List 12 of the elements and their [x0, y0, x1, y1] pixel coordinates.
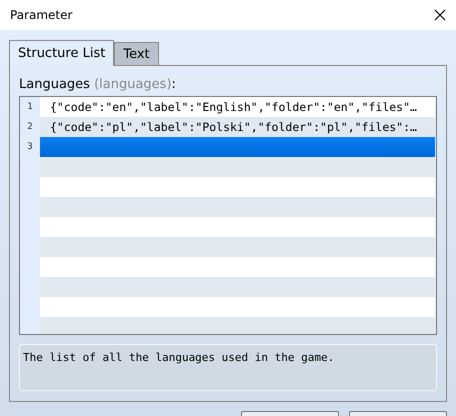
tab[interactable]: Text: [114, 42, 159, 66]
close-icon[interactable]: [434, 9, 446, 21]
list-row[interactable]: {"code":"pl","label":"Polski","folder":"pl","files":…: [40, 116, 435, 137]
window-title: Parameter: [10, 8, 72, 22]
line-number: 2: [26, 120, 34, 134]
list-row[interactable]: [40, 136, 435, 157]
description-text: The list of all the languages used in the game.: [19, 344, 437, 391]
tab[interactable]: Structure List: [9, 40, 114, 66]
line-number: 1: [26, 100, 34, 114]
field-label: Languages (languages):: [19, 76, 177, 94]
line-number: 3: [26, 140, 34, 154]
list-row[interactable]: {"code":"en","label":"English","folder":"en","files"…: [40, 96, 435, 117]
